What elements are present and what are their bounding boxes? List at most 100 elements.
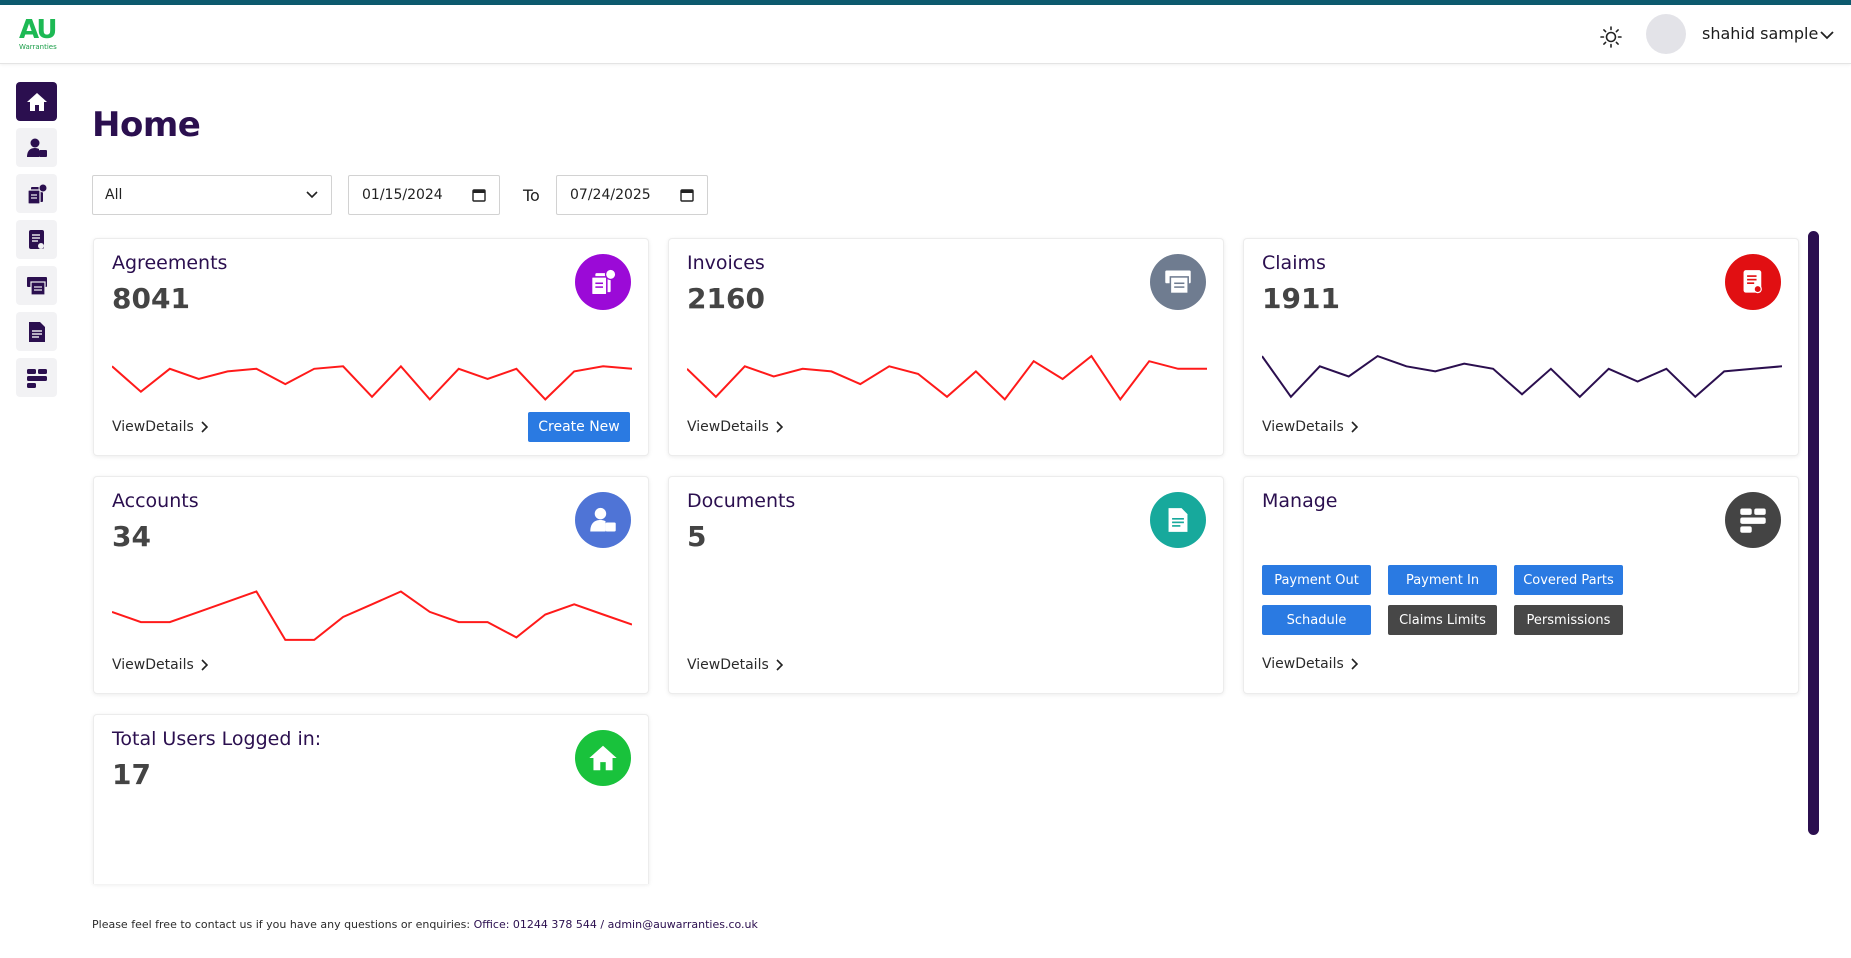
claims-card: Claims 1911 ViewDetails: [1243, 238, 1799, 456]
date-to-input[interactable]: 07/24/2025: [556, 175, 708, 215]
top-header: AU Warranties shahid sample: [0, 5, 1851, 64]
sidebar-item-home[interactable]: [16, 82, 57, 121]
invoices-title: Invoices: [687, 252, 765, 274]
sparkline-series: [687, 354, 1207, 402]
agreements-card: Agreements 8041 ViewDetails Create New: [93, 238, 649, 456]
footer: Please feel free to contact us if you ha…: [92, 918, 758, 931]
manage-card: Manage Payment Out Payment In Covered Pa…: [1243, 476, 1799, 694]
category-select[interactable]: All: [92, 175, 332, 215]
view-details-label: ViewDetails: [1262, 656, 1344, 672]
permissions-button[interactable]: Persmissions: [1514, 605, 1623, 635]
sidebar-item-manage[interactable]: [16, 358, 57, 397]
invoice-icon: [26, 276, 47, 296]
date-range-to-label: To: [523, 186, 540, 205]
invoices-sparkline: [687, 354, 1207, 402]
claim-doc-icon: [1743, 270, 1762, 294]
home-icon: [26, 92, 47, 111]
documents-icon-badge: [1150, 492, 1206, 548]
documents-check-icon: [26, 183, 47, 205]
date-from-value: 01/15/2024: [362, 187, 443, 203]
agreements-count: 8041: [112, 282, 190, 315]
logo-subtext: Warranties: [19, 43, 57, 51]
users-logged-in-title: Total Users Logged in:: [112, 728, 322, 750]
documents-title: Documents: [687, 490, 796, 512]
documents-view-details-link[interactable]: ViewDetails: [687, 657, 783, 673]
date-to-value: 07/24/2025: [570, 187, 651, 203]
sparkline-series: [1262, 354, 1782, 399]
logo-text: AU: [19, 15, 57, 45]
accounts-sparkline: [112, 590, 632, 641]
manage-view-details-link[interactable]: ViewDetails: [1262, 656, 1358, 672]
manage-title: Manage: [1262, 490, 1338, 512]
sun-icon: [1600, 26, 1622, 48]
documents-check-icon: [590, 268, 617, 296]
sparkline-series: [112, 590, 632, 641]
chevron-right-icon: [201, 659, 208, 671]
sparkline-series: [112, 364, 632, 401]
create-new-agreement-button[interactable]: Create New: [528, 412, 630, 442]
calendar-icon[interactable]: [472, 188, 486, 202]
home-icon: [589, 745, 617, 771]
sidebar-item-agreements[interactable]: [16, 174, 57, 213]
manage-icon-badge: [1725, 492, 1781, 548]
user-menu-chevron[interactable]: [1818, 27, 1836, 43]
chevron-right-icon: [201, 421, 208, 433]
vertical-scrollbar[interactable]: [1808, 231, 1819, 835]
page-title: Home: [92, 105, 201, 145]
chevron-right-icon: [1351, 421, 1358, 433]
calendar-icon[interactable]: [680, 188, 694, 202]
agreements-view-details-link[interactable]: ViewDetails: [112, 419, 208, 435]
category-select-value: All: [105, 187, 123, 203]
date-from-input[interactable]: 01/15/2024: [348, 175, 500, 215]
view-details-label: ViewDetails: [687, 419, 769, 435]
payment-out-button[interactable]: Payment Out: [1262, 565, 1371, 595]
user-briefcase-icon: [590, 507, 616, 532]
sidebar-item-accounts[interactable]: [16, 128, 57, 167]
agreements-title: Agreements: [112, 252, 228, 274]
users-logged-in-count: 17: [112, 758, 151, 791]
manage-blocks-icon: [1740, 508, 1766, 533]
accounts-icon-badge: [575, 492, 631, 548]
username[interactable]: shahid sample: [1702, 24, 1818, 43]
view-details-label: ViewDetails: [112, 419, 194, 435]
claims-limits-button[interactable]: Claims Limits: [1388, 605, 1497, 635]
claim-doc-icon: [28, 229, 44, 249]
agreements-icon-badge: [575, 254, 631, 310]
claims-icon-badge: [1725, 254, 1781, 310]
claims-title: Claims: [1262, 252, 1326, 274]
invoice-icon: [1165, 270, 1191, 295]
claims-view-details-link[interactable]: ViewDetails: [1262, 419, 1358, 435]
users-icon-badge: [575, 730, 631, 786]
view-details-label: ViewDetails: [112, 657, 194, 673]
accounts-card: Accounts 34 ViewDetails: [93, 476, 649, 694]
schedule-button[interactable]: Schadule: [1262, 605, 1371, 635]
sidebar: [16, 82, 57, 404]
agreements-sparkline: [112, 364, 632, 401]
footer-text: Please feel free to contact us if you ha…: [92, 918, 474, 931]
users-logged-in-card: Total Users Logged in: 17: [93, 714, 649, 884]
chevron-right-icon: [1351, 658, 1358, 670]
user-briefcase-icon: [26, 138, 47, 157]
invoices-view-details-link[interactable]: ViewDetails: [687, 419, 783, 435]
sidebar-item-claims[interactable]: [16, 220, 57, 259]
sidebar-item-documents[interactable]: [16, 312, 57, 351]
manage-blocks-icon: [26, 368, 47, 388]
invoices-count: 2160: [687, 282, 765, 315]
view-details-label: ViewDetails: [687, 657, 769, 673]
au-warranties-logo[interactable]: AU Warranties: [19, 17, 65, 53]
theme-toggle-button[interactable]: [1598, 24, 1624, 50]
payment-in-button[interactable]: Payment In: [1388, 565, 1497, 595]
chevron-down-icon: [1820, 31, 1834, 40]
documents-card: Documents 5 ViewDetails: [668, 476, 1224, 694]
documents-count: 5: [687, 520, 707, 553]
claims-sparkline: [1262, 354, 1782, 399]
document-icon: [28, 321, 45, 342]
chevron-right-icon: [776, 659, 783, 671]
accounts-view-details-link[interactable]: ViewDetails: [112, 657, 208, 673]
covered-parts-button[interactable]: Covered Parts: [1514, 565, 1623, 595]
sidebar-item-invoices[interactable]: [16, 266, 57, 305]
chevron-down-icon: [306, 191, 318, 199]
avatar[interactable]: [1646, 14, 1686, 54]
chevron-right-icon: [776, 421, 783, 433]
footer-contact-link[interactable]: Office: 01244 378 544 / admin@auwarranti…: [474, 918, 758, 931]
